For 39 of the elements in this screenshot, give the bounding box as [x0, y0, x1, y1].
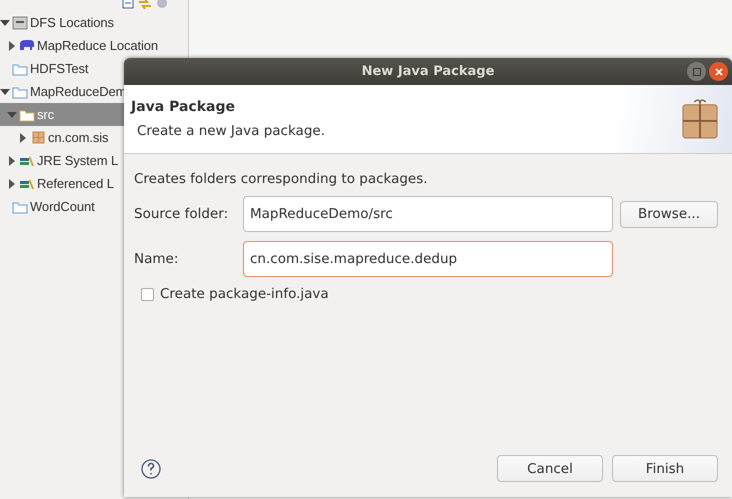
tree-item-label: HDFSTest: [30, 61, 88, 76]
collapsed-arrow-icon[interactable]: [7, 156, 17, 166]
window-title: New Java Package: [362, 64, 494, 79]
collapsed-arrow-icon[interactable]: [7, 40, 17, 50]
close-button[interactable]: [709, 62, 728, 81]
tree-item-label: cn.com.sis: [48, 130, 108, 145]
collapsed-arrow-icon[interactable]: [7, 178, 17, 188]
help-icon[interactable]: [141, 458, 161, 478]
expanded-arrow-icon[interactable]: [0, 86, 10, 96]
field-label: Source folder:: [134, 206, 230, 222]
text-field[interactable]: cn.com.sise.mapreduce.dedup: [243, 241, 613, 277]
tree-item[interactable]: DFS Locations: [0, 11, 188, 34]
package-icon: [30, 130, 46, 146]
intro-text: Creates folders corresponding to packages.: [134, 171, 429, 187]
tree-item-label: DFS Locations: [30, 15, 114, 30]
dialog-button[interactable]: Cancel: [497, 455, 603, 482]
tree-item-label: src: [37, 107, 54, 122]
tree-item-label: Referenced L: [37, 176, 114, 191]
checkbox-label: Create package-info.java: [160, 286, 329, 302]
tree-item-label: MapReduceDem: [30, 84, 126, 99]
expanded-arrow-icon[interactable]: [0, 18, 10, 28]
tree-item[interactable]: JRE System L: [0, 149, 188, 172]
dialog-button[interactable]: Finish: [612, 455, 718, 482]
tree-item-label: JRE System L: [37, 153, 118, 168]
text-field[interactable]: MapReduceDemo/src: [243, 196, 613, 232]
collapse-all-icon[interactable]: [122, 0, 134, 9]
maximize-icon: [692, 68, 700, 76]
browse-button[interactable]: Browse...: [620, 200, 718, 228]
tree-item-label: MapReduce Location: [37, 38, 158, 53]
close-icon: [714, 68, 722, 76]
collapsed-arrow-icon[interactable]: [18, 132, 28, 142]
tree-item-label: WordCount: [30, 199, 95, 214]
page-description: Create a new Java package.: [136, 123, 325, 139]
tree-item[interactable]: MapReduce Location: [0, 34, 188, 57]
checkbox[interactable]: [141, 288, 154, 300]
package-icon: [681, 98, 719, 140]
tree-item[interactable]: HDFSTest: [0, 57, 188, 80]
field-label: Name:: [134, 251, 180, 267]
drive-icon: [12, 14, 28, 30]
